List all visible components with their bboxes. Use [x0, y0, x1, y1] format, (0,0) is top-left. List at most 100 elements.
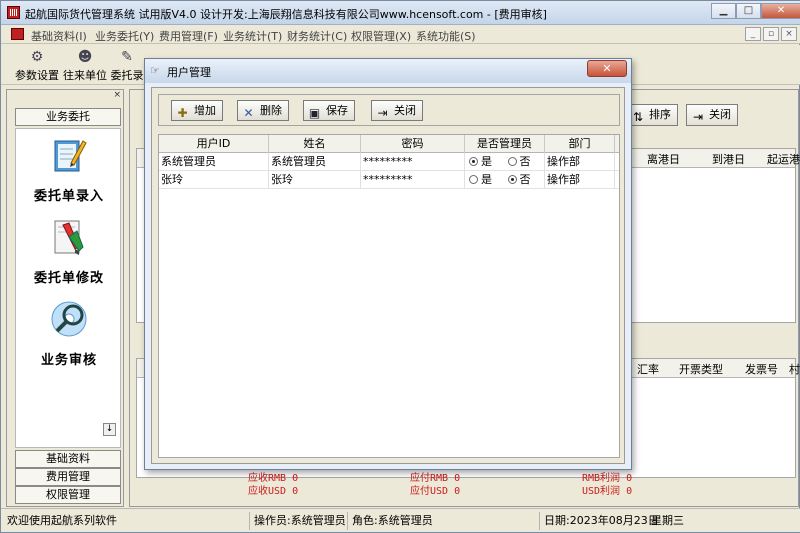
dialog-close-button[interactable]: ✕	[587, 60, 627, 77]
nav-item-entrust-entry[interactable]: 委托单录入	[16, 135, 122, 204]
radio-unchecked-icon	[507, 157, 517, 166]
user-row[interactable]: 张玲 张玲 ********* 是 否 操作部	[159, 171, 619, 189]
column-password[interactable]: 密码	[361, 135, 465, 153]
admin-yes-radio[interactable]: 是	[469, 173, 492, 186]
nav-item-entrust-edit-label: 委托单修改	[33, 271, 104, 286]
delete-user-label: 删除	[260, 104, 282, 117]
add-icon: ✚	[177, 106, 188, 120]
nav-item-entrust-entry-label: 委托单录入	[33, 189, 104, 204]
column-arrival-date[interactable]: 到港日	[712, 151, 745, 167]
nav-item-business-audit-label: 业务审核	[40, 353, 97, 368]
radio-unchecked-icon	[469, 175, 478, 184]
mdi-minimize-button[interactable]: _	[745, 27, 761, 41]
nav-item-business-audit[interactable]: 业务审核	[16, 299, 122, 368]
delete-x-icon: ✕	[243, 106, 254, 120]
column-invoice-no[interactable]: 发票号	[745, 361, 778, 377]
dialog-exit-button[interactable]: ⇥ 关闭	[371, 100, 423, 121]
exit-door-icon: ⇥	[377, 106, 388, 120]
user-management-dialog: ☞ 用户管理 ✕ ✚ 增加 ✕ 删除 ▣ 保存 ⇥ 关闭 用户ID 姓名 密码 是否管理…	[144, 58, 632, 470]
params-settings-label: 参数设置	[15, 69, 59, 82]
menu-base-data[interactable]: 基础资料(I)	[31, 28, 87, 44]
menu-business[interactable]: 业务委托(Y)	[95, 28, 154, 44]
sum-payable-usd: 应付USD 0	[410, 486, 461, 497]
column-is-admin[interactable]: 是否管理员	[465, 135, 545, 153]
fee-close-label: 关闭	[709, 108, 731, 121]
cell-is-admin: 是 否	[465, 153, 545, 171]
nav-item-entrust-edit[interactable]: 委托单修改	[16, 217, 122, 286]
cell-name[interactable]: 张玲	[269, 171, 361, 189]
paintbrush-icon	[49, 217, 89, 257]
user-row[interactable]: 系统管理员 系统管理员 ********* 是 否 操作部	[159, 153, 619, 171]
status-role: 角色:系统管理员	[347, 512, 433, 530]
column-rate[interactable]: 汇率	[637, 361, 659, 377]
close-pane-icon[interactable]: ×	[113, 90, 121, 100]
dialog-body: ✚ 增加 ✕ 删除 ▣ 保存 ⇥ 关闭 用户ID 姓名 密码 是否管理员 部门 系统管理…	[151, 87, 625, 464]
fee-close-button[interactable]: ⇥ 关闭	[686, 104, 738, 126]
cell-user-id[interactable]: 系统管理员	[159, 153, 269, 171]
nav-tab-fees[interactable]: 费用管理	[15, 468, 121, 486]
mdi-restore-button[interactable]: ▫	[763, 27, 779, 41]
radio-no-label: 否	[519, 155, 531, 168]
exit-icon: ⇥	[692, 110, 704, 124]
title-bar: 起航国际货代管理系统 试用版V4.0 设计开发:上海辰翔信息科技有限公司www.…	[1, 1, 800, 25]
partners-label: 往来单位	[63, 69, 107, 82]
cell-user-id[interactable]: 张玲	[159, 171, 269, 189]
menu-fees[interactable]: 费用管理(F)	[159, 28, 218, 44]
nav-group-body: 委托单录入 委托单修改 业务审核 ↓	[15, 128, 121, 448]
radio-no-label: 否	[519, 173, 531, 186]
menu-bar: 基础资料(I) 业务委托(Y) 费用管理(F) 业务统计(T) 财务统计(C) …	[1, 25, 800, 44]
radio-yes-label: 是	[481, 173, 492, 186]
cell-password[interactable]: *********	[361, 171, 465, 189]
cell-name[interactable]: 系统管理员	[269, 153, 361, 171]
status-weekday: 星期三	[651, 514, 684, 527]
column-invoice-type[interactable]: 开票类型	[679, 361, 723, 377]
column-user-id[interactable]: 用户ID	[159, 135, 269, 153]
navigation-pane: × 业务委托 委托单录入 委托单修改 业务审核 ↓ 基础资料 费用管理 权限管理	[6, 89, 124, 507]
entrust-entry-icon: ✎	[121, 49, 133, 65]
mdi-child-icon[interactable]	[11, 28, 24, 40]
menu-business-stats[interactable]: 业务统计(T)	[223, 28, 282, 44]
maximize-button[interactable]: □	[736, 3, 761, 19]
column-origin-port[interactable]: 起运港	[767, 151, 800, 167]
dialog-exit-label: 关闭	[394, 104, 416, 117]
users-grid-header: 用户ID 姓名 密码 是否管理员 部门	[159, 135, 619, 153]
save-button[interactable]: ▣ 保存	[303, 100, 355, 121]
nav-tab-permissions[interactable]: 权限管理	[15, 486, 121, 504]
column-truncated[interactable]: 村	[789, 361, 800, 377]
entrust-entry-button[interactable]: ✎ 委托录入	[109, 47, 145, 83]
partners-icon: ☻	[77, 49, 93, 65]
menu-finance-stats[interactable]: 财务统计(C)	[287, 28, 347, 44]
sort-button[interactable]: ⇅ 排序	[626, 104, 678, 126]
cell-department[interactable]: 操作部	[545, 171, 615, 189]
partners-button[interactable]: ☻ 往来单位	[61, 47, 109, 83]
add-user-label: 增加	[194, 104, 216, 117]
nav-tab-base-data[interactable]: 基础资料	[15, 450, 121, 468]
admin-no-radio[interactable]: 否	[507, 173, 531, 186]
add-user-button[interactable]: ✚ 增加	[171, 100, 223, 121]
nav-group-header[interactable]: 业务委托	[15, 108, 121, 126]
delete-user-button[interactable]: ✕ 删除	[237, 100, 289, 121]
scroll-down-button[interactable]: ↓	[103, 423, 116, 436]
column-name[interactable]: 姓名	[269, 135, 361, 153]
dialog-title-bar[interactable]: ☞ 用户管理 ✕	[145, 59, 631, 83]
users-grid[interactable]: 用户ID 姓名 密码 是否管理员 部门 系统管理员 系统管理员 ********…	[158, 134, 620, 458]
admin-no-radio[interactable]: 否	[507, 155, 531, 168]
menu-permissions[interactable]: 权限管理(X)	[351, 28, 411, 44]
status-operator: 操作员:系统管理员	[249, 512, 346, 530]
sum-profit-usd: USD利润 0	[582, 486, 633, 497]
menu-system[interactable]: 系统功能(S)	[416, 28, 476, 44]
mdi-close-button[interactable]: ×	[781, 27, 797, 41]
app-icon	[7, 6, 20, 19]
admin-yes-radio[interactable]: 是	[469, 155, 492, 168]
sort-icon: ⇅	[632, 110, 644, 124]
minimize-button[interactable]: ▁	[711, 3, 736, 19]
close-window-button[interactable]: ✕	[761, 3, 800, 19]
column-department[interactable]: 部门	[545, 135, 615, 153]
params-settings-button[interactable]: ⚙ 参数设置	[13, 47, 61, 83]
cell-password[interactable]: *********	[361, 153, 465, 171]
cell-department[interactable]: 操作部	[545, 153, 615, 171]
column-departure-date[interactable]: 离港日	[647, 151, 680, 167]
status-welcome: 欢迎使用起航系列软件	[7, 514, 117, 527]
sum-receivable-usd: 应收USD 0	[248, 486, 299, 497]
floppy-disk-icon: ▣	[308, 106, 321, 120]
